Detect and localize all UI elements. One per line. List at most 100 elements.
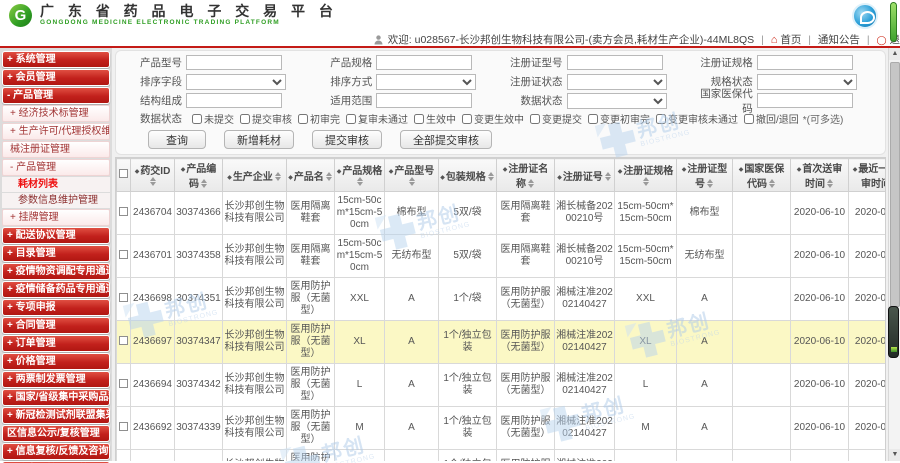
sort-icon[interactable] <box>605 172 612 181</box>
table-row[interactable]: 243669430374342长沙邦创生物科技有限公司医用防护服（无菌型）LA1… <box>117 364 887 407</box>
chat-float-icon[interactable] <box>852 3 878 29</box>
sort-icon[interactable] <box>769 179 776 188</box>
column-header-3[interactable]: ◆产品名 <box>287 159 335 192</box>
regcert-model-input[interactable] <box>567 55 663 70</box>
column-header-2[interactable]: ◆生产企业 <box>223 159 287 192</box>
sort-icon[interactable] <box>201 179 208 188</box>
column-header-11[interactable]: ◆国家医保代码 <box>733 159 791 192</box>
sort-icon[interactable] <box>827 179 834 188</box>
sidebar-item-16[interactable]: + 订单管理 <box>2 335 110 352</box>
sidebar-item-3[interactable]: + 经济技术标管理 <box>2 105 110 122</box>
sidebar-item-15[interactable]: + 合同管理 <box>2 317 110 334</box>
sidebar-item-10[interactable]: + 配送协议管理 <box>2 227 110 244</box>
notice-link[interactable]: 通知公告 <box>818 34 860 46</box>
table-row[interactable]: 243669230374339长沙邦创生物科技有限公司医用防护服（无菌型）MA1… <box>117 407 887 450</box>
sort-icon[interactable] <box>326 172 333 181</box>
scroll-down-arrow[interactable]: ▼ <box>889 449 900 461</box>
sort-icon[interactable] <box>707 179 714 188</box>
column-header-10[interactable]: ◆注册证型号 <box>677 159 733 192</box>
status-option-9[interactable]: 撤回/退回 <box>738 115 799 126</box>
sidebar-item-19[interactable]: + 国家/省级集中采购品种 <box>2 389 110 406</box>
scrollbar-thumb[interactable] <box>890 62 900 307</box>
regcert-status-select[interactable] <box>567 74 667 90</box>
status-checkbox-2[interactable] <box>298 114 308 124</box>
select-all-checkbox[interactable] <box>119 169 128 178</box>
sidebar-item-5[interactable]: 械注册证管理 <box>2 141 110 158</box>
row-checkbox[interactable] <box>119 336 128 345</box>
sort-icon[interactable] <box>150 177 157 186</box>
column-header-8[interactable]: ◆注册证号 <box>555 159 615 192</box>
table-row[interactable]: 243669730374347长沙邦创生物科技有限公司医用防护服（无菌型）XLA… <box>117 321 887 364</box>
spec-status-select[interactable] <box>757 74 857 90</box>
home-link[interactable]: 首页 <box>780 34 801 46</box>
status-checkbox-7[interactable] <box>588 114 598 124</box>
row-checkbox[interactable] <box>119 293 128 302</box>
status-option-2[interactable]: 初审完 <box>292 115 340 126</box>
sidebar-item-13[interactable]: + 疫情储备药品专用通道 <box>2 281 110 298</box>
column-header-12[interactable]: ◆首次送审时间 <box>791 159 849 192</box>
status-checkbox-6[interactable] <box>530 114 540 124</box>
table-row[interactable]: 243670130374358长沙邦创生物科技有限公司医用隔离鞋套15cm-50… <box>117 235 887 278</box>
sort-order-select[interactable] <box>376 74 476 90</box>
sort-icon[interactable] <box>528 179 535 188</box>
sort-icon[interactable] <box>409 177 416 186</box>
table-row[interactable]: 243670430374366长沙邦创生物科技有限公司医用隔离鞋套15cm-50… <box>117 192 887 235</box>
status-option-4[interactable]: 生效中 <box>408 115 456 126</box>
sidebar-item-12[interactable]: + 疫情物资调配专用通道 <box>2 263 110 280</box>
status-option-3[interactable]: 复审未通过 <box>340 115 408 126</box>
status-checkbox-1[interactable] <box>240 114 250 124</box>
status-option-5[interactable]: 变更生效中 <box>456 115 524 126</box>
status-option-0[interactable]: 未提交 <box>186 115 234 126</box>
sidebar-item-17[interactable]: + 价格管理 <box>2 353 110 370</box>
column-header-4[interactable]: ◆产品规格 <box>335 159 385 192</box>
sidebar-item-7[interactable]: 耗材列表 <box>2 177 110 192</box>
sidebar-item-20[interactable]: + 新冠检测试剂联盟集采 <box>2 407 110 424</box>
sidebar-item-0[interactable]: + 系统管理 <box>2 51 110 68</box>
sidebar-item-2[interactable]: - 产品管理 <box>2 87 110 104</box>
status-option-1[interactable]: 提交审核 <box>234 115 292 126</box>
floating-plugin-widget[interactable] <box>888 306 899 358</box>
sort-icon[interactable] <box>357 177 364 186</box>
status-option-6[interactable]: 变更提交 <box>524 115 582 126</box>
column-header-7[interactable]: ◆注册证名称 <box>497 159 555 192</box>
sort-icon[interactable] <box>643 177 650 186</box>
sidebar-item-22[interactable]: + 信息复核/反馈及咨询管 <box>2 443 110 460</box>
status-checkbox-4[interactable] <box>414 114 424 124</box>
sidebar-item-1[interactable]: + 会员管理 <box>2 69 110 86</box>
sidebar-item-6[interactable]: - 产品管理 <box>2 159 110 176</box>
insurance-code-input[interactable] <box>757 93 853 108</box>
scope-input[interactable] <box>376 93 472 108</box>
sort-icon[interactable] <box>275 172 282 181</box>
table-row[interactable]: 243669030374336长沙邦创生物科技有限公司医用防护服（无菌型）SA1… <box>117 450 887 462</box>
search-button[interactable]: 查询 <box>148 130 206 149</box>
sidebar-item-4[interactable]: + 生产许可/代理授权维 <box>2 123 110 140</box>
row-checkbox[interactable] <box>119 250 128 259</box>
status-checkbox-3[interactable] <box>346 114 356 124</box>
sort-field-select[interactable] <box>186 74 286 90</box>
row-checkbox[interactable] <box>119 422 128 431</box>
status-checkbox-9[interactable] <box>744 114 754 124</box>
column-header-0[interactable]: ◆药交ID <box>131 159 175 192</box>
column-header-1[interactable]: ◆产品编码 <box>175 159 223 192</box>
structure-input[interactable] <box>186 93 282 108</box>
sidebar-item-18[interactable]: + 两票制发票管理 <box>2 371 110 388</box>
product-spec-input[interactable] <box>376 55 472 70</box>
status-checkbox-8[interactable] <box>656 114 666 124</box>
sidebar-item-21[interactable]: 区信息公示/复核管理 <box>2 425 110 442</box>
vertical-scrollbar[interactable]: ▲ ▼ <box>888 48 900 461</box>
sort-icon[interactable] <box>488 172 495 181</box>
column-header-6[interactable]: ◆包装规格 <box>439 159 497 192</box>
regcert-spec-input[interactable] <box>757 55 853 70</box>
row-checkbox[interactable] <box>119 207 128 216</box>
table-row[interactable]: 243669830374351长沙邦创生物科技有限公司医用防护服（无菌型）XXL… <box>117 278 887 321</box>
product-model-input[interactable] <box>186 55 282 70</box>
status-option-8[interactable]: 变更审核未通过 <box>650 115 738 126</box>
sidebar-item-9[interactable]: + 挂牌管理 <box>2 209 110 226</box>
sidebar-item-14[interactable]: + 专项申报 <box>2 299 110 316</box>
row-checkbox[interactable] <box>119 379 128 388</box>
add-material-button[interactable]: 新增耗材 <box>224 130 294 149</box>
data-status-select[interactable] <box>567 93 667 109</box>
submit-review-button[interactable]: 提交审核 <box>312 130 382 149</box>
submit-review-all-button[interactable]: 全部提交审核 <box>400 130 492 149</box>
float-sidebar-handle[interactable] <box>890 2 897 42</box>
